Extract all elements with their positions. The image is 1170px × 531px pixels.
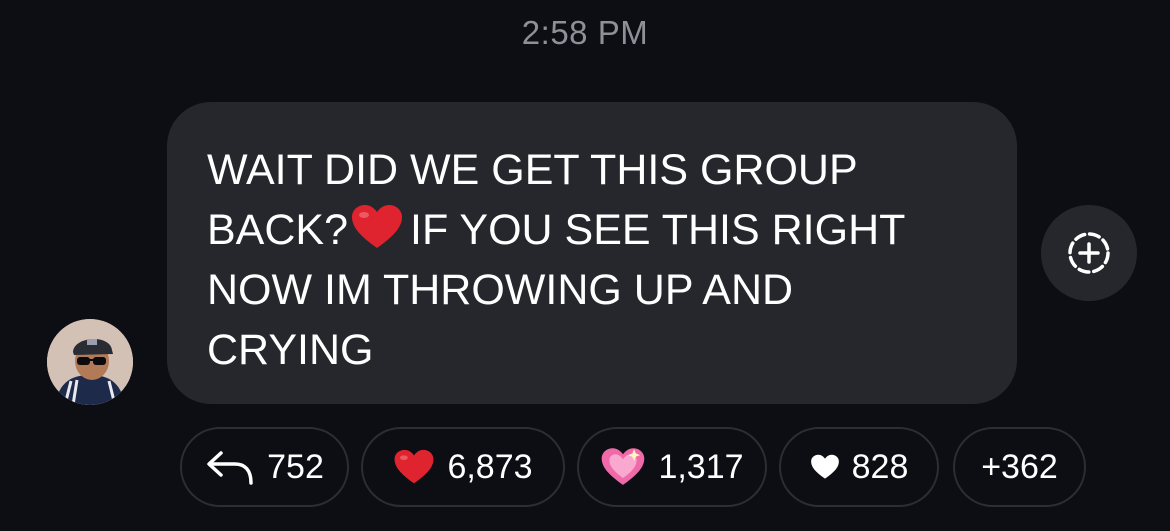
- reactions-bar: 752 6,873 1,317 828 +362: [0, 427, 1170, 507]
- sender-avatar[interactable]: [47, 319, 133, 405]
- reaction-count: 6,873: [447, 447, 533, 486]
- sparkling-heart-icon: [600, 447, 646, 487]
- red-heart-icon: [393, 449, 435, 485]
- reaction-count: 828: [851, 447, 909, 486]
- white-heart-icon: [810, 454, 840, 480]
- reaction-white-heart-pill[interactable]: 828: [779, 427, 939, 507]
- reaction-count: 1,317: [658, 447, 744, 486]
- reaction-red-heart-pill[interactable]: 6,873: [361, 427, 565, 507]
- reaction-count: 752: [267, 447, 324, 486]
- message-bubble[interactable]: WAIT DID WE GET THIS GROUP BACK? IF YOU S…: [167, 102, 1017, 404]
- red-heart-emoji-icon: [350, 204, 404, 250]
- reaction-sparkling-heart-pill[interactable]: 1,317: [577, 427, 767, 507]
- add-reaction-icon: [1068, 232, 1110, 274]
- more-reactions-pill[interactable]: +362: [953, 427, 1086, 507]
- reaction-replies-pill[interactable]: 752: [180, 427, 349, 507]
- more-reactions-count: +362: [981, 447, 1058, 486]
- message-text: WAIT DID WE GET THIS GROUP BACK? IF YOU S…: [207, 140, 977, 380]
- reply-arrow-icon: [205, 449, 255, 485]
- message-timestamp: 2:58 PM: [521, 14, 649, 51]
- add-reaction-button[interactable]: [1041, 205, 1137, 301]
